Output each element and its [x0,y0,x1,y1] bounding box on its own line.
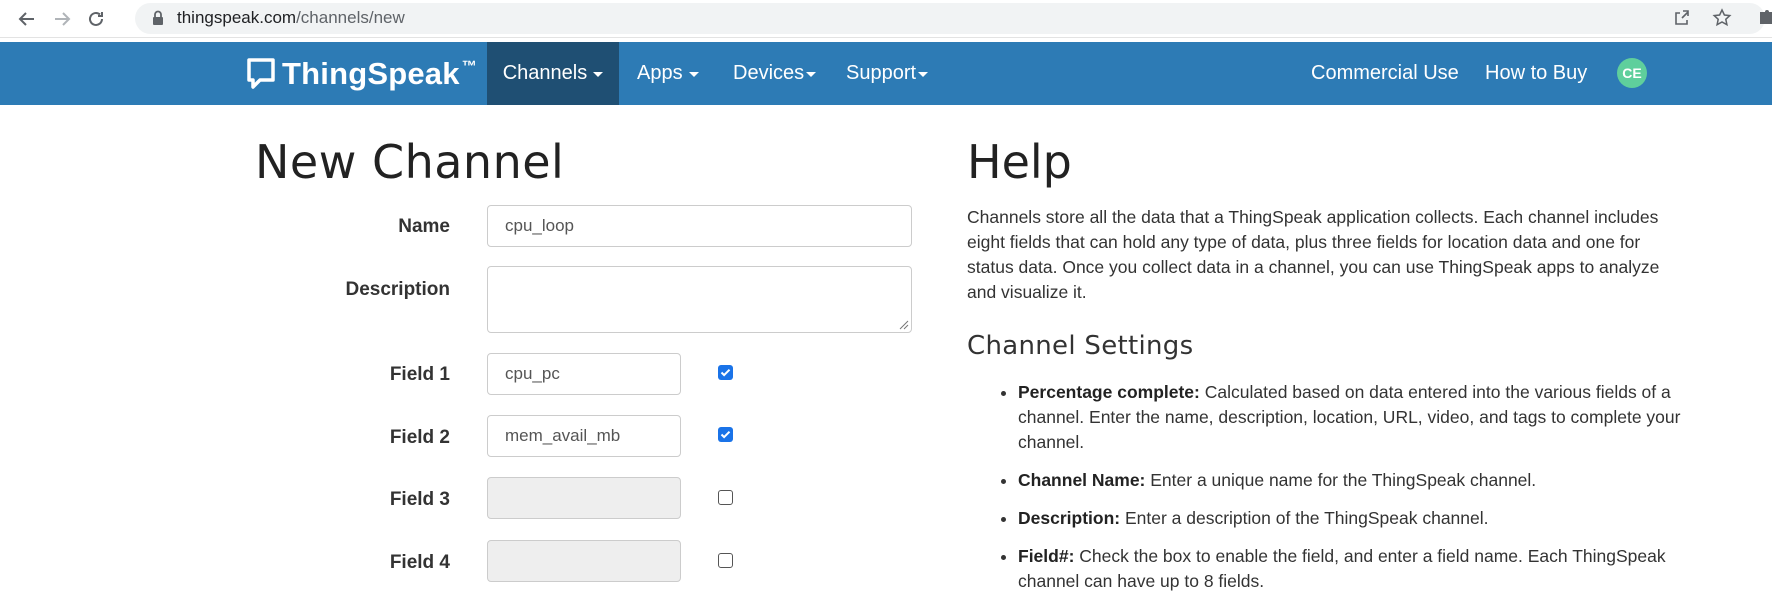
help-intro: Channels store all the data that a Thing… [967,207,1660,302]
field1-label: Field 1 [389,364,450,385]
back-button[interactable] [15,7,39,31]
caret-down-icon [918,72,929,77]
nav-support-label: Support [846,62,917,84]
term-description: Description: [1018,508,1121,528]
user-avatar[interactable]: CE [1617,58,1647,88]
bookmark-star-icon[interactable] [1712,8,1732,28]
nav-commercial-use[interactable]: Commercial Use [1311,42,1459,105]
field4-label: Field 4 [389,552,450,573]
top-navbar: ThingSpeak ™ Channels Apps Devices Suppor… [0,42,1772,105]
checkmark-icon [720,430,731,439]
field2-input[interactable] [487,415,681,457]
list-item: Description: Enter a description of the … [1018,506,1718,531]
definition-description: Enter a description of the ThingSpeak ch… [1120,508,1489,528]
channel-settings-list: Percentage complete: Calculated based on… [967,380,1718,607]
channel-settings-heading: Channel Settings [967,331,1194,361]
nav-apps-label: Apps [637,62,683,84]
caret-down-icon [688,72,699,77]
field2-checkbox[interactable] [718,427,733,442]
browser-toolbar: thingspeak.com/channels/new [0,0,1772,38]
field3-checkbox[interactable] [718,490,733,505]
lock-icon[interactable] [152,10,164,26]
nav-devices[interactable]: Devices [733,42,817,105]
nav-devices-label: Devices [733,62,805,84]
back-arrow-icon [18,12,34,26]
field3-label: Field 3 [389,489,450,510]
list-item: Percentage complete: Calculated based on… [1018,380,1718,455]
field4-input[interactable] [487,540,681,582]
thingspeak-logo[interactable]: ThingSpeak ™ [246,54,477,94]
name-label: Name [398,216,450,237]
page-title: New Channel [255,135,565,189]
caret-down-icon [806,72,817,77]
term-percentage-complete: Percentage complete: [1018,382,1200,402]
term-channel-name: Channel Name: [1018,470,1146,490]
term-field: Field#: [1018,546,1075,566]
definition-field: Check the box to enable the field, and e… [1018,546,1666,591]
description-textarea[interactable] [487,266,912,333]
reload-icon [89,11,103,26]
chat-bubble-logo-icon [247,58,275,89]
help-title: Help [967,135,1072,189]
reload-button[interactable] [84,7,108,31]
field2-label: Field 2 [389,427,450,448]
caret-down-icon [593,72,604,77]
list-item: Field#: Check the box to enable the fiel… [1018,544,1718,594]
field1-checkbox[interactable] [718,365,733,380]
definition-channel-name: Enter a unique name for the ThingSpeak c… [1145,470,1537,490]
field4-checkbox[interactable] [718,553,733,568]
list-item: Channel Name: Enter a unique name for th… [1018,468,1718,493]
forward-arrow-icon [55,12,71,26]
nav-support[interactable]: Support [846,42,929,105]
nav-channels[interactable]: Channels [487,42,619,105]
channel-name-input[interactable] [487,205,912,247]
field3-input[interactable] [487,477,681,519]
nav-how-to-buy[interactable]: How to Buy [1485,42,1587,105]
nav-channels-label: Channels [502,62,588,84]
checkmark-icon [720,368,731,377]
description-label: Description [345,279,450,300]
resize-grip-icon[interactable] [899,320,909,330]
field1-input[interactable] [487,353,681,395]
brand-trademark: ™ [461,57,477,75]
url-text[interactable]: thingspeak.com/channels/new [177,8,405,28]
brand-name: ThingSpeak [282,56,460,91]
extensions-icon[interactable] [1758,8,1772,28]
nav-apps[interactable]: Apps [637,42,699,105]
forward-button[interactable] [50,7,74,31]
share-icon[interactable] [1672,8,1692,28]
